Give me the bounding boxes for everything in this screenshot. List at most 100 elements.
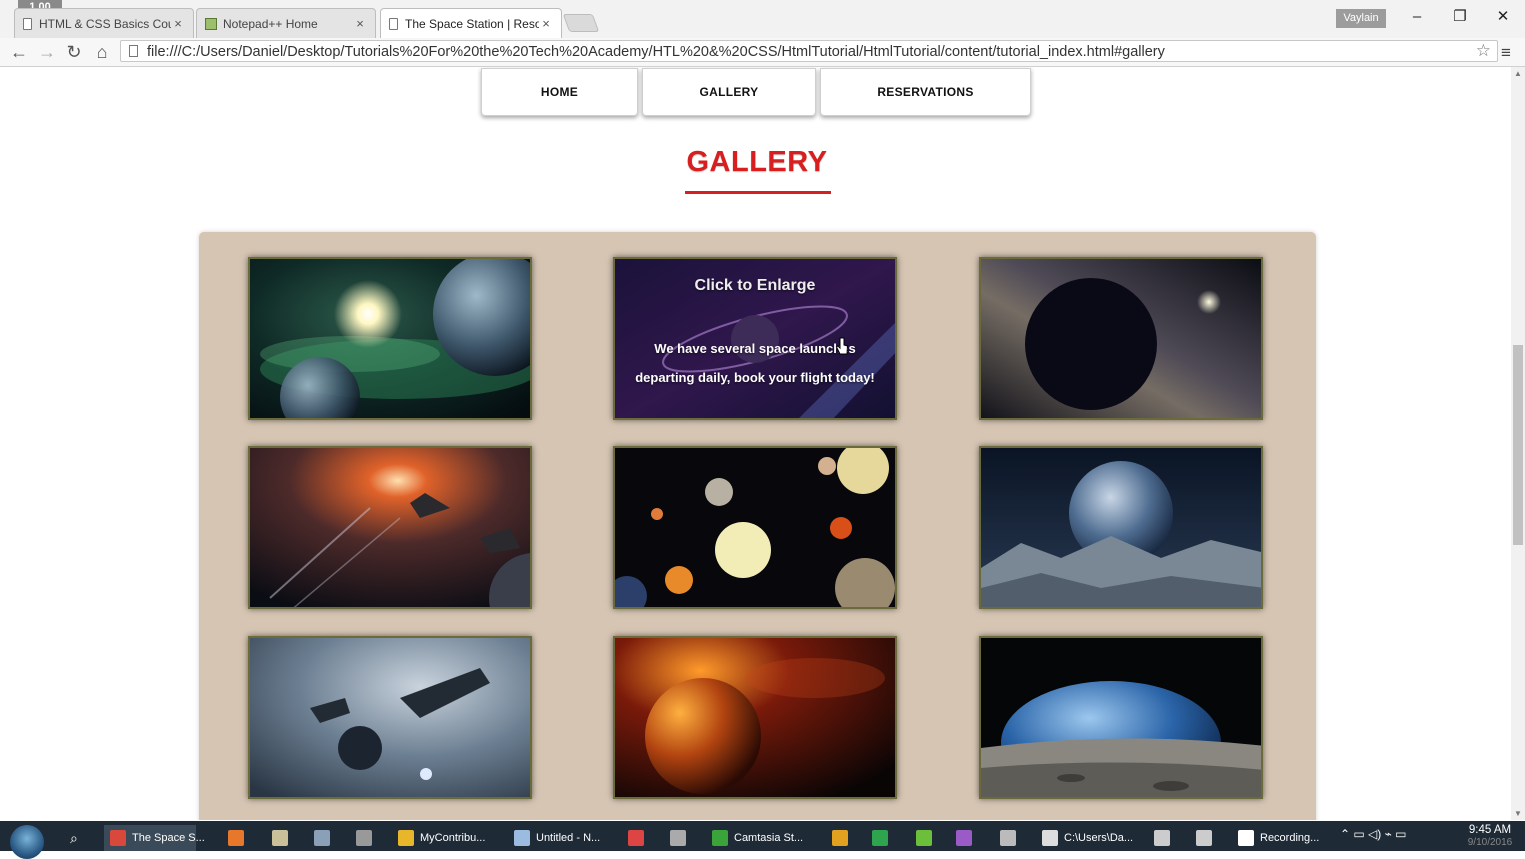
gallery-image-dark-planet[interactable] — [979, 257, 1263, 420]
taskbar-app-button[interactable]: The Space S... — [104, 825, 205, 851]
taskbar-app-button[interactable]: Untitled - N... — [508, 825, 614, 851]
app-icon — [314, 830, 330, 846]
search-icon[interactable]: ⌕ — [70, 825, 78, 851]
gallery-image-spaceships-clouds[interactable] — [248, 636, 532, 799]
gallery-image-space-battle[interactable] — [248, 446, 532, 609]
app-icon — [272, 830, 288, 846]
scrollbar-thumb[interactable] — [1513, 345, 1523, 545]
restore-button[interactable]: ❐ — [1440, 6, 1480, 28]
taskbar-app-button[interactable] — [622, 825, 652, 851]
taskbar-app-label: Untitled - N... — [536, 832, 601, 844]
nav-gallery-button[interactable]: GALLERY — [642, 68, 816, 116]
hand-cursor-icon — [835, 337, 849, 355]
app-icon — [1042, 830, 1058, 846]
close-window-button[interactable]: ✕ — [1483, 6, 1523, 28]
document-icon — [389, 17, 398, 30]
taskbar-app-button[interactable]: MyContribu... — [392, 825, 496, 851]
app-icon — [628, 830, 644, 846]
app-icon — [1196, 830, 1212, 846]
app-icon — [514, 830, 530, 846]
taskbar-app-button[interactable]: Camtasia St... — [706, 825, 814, 851]
bookmark-star-icon[interactable]: ☆ — [1476, 41, 1491, 61]
taskbar-app-button[interactable] — [994, 825, 1024, 851]
app-icon — [832, 830, 848, 846]
app-icon — [228, 830, 244, 846]
scroll-down-arrow-icon[interactable]: ▼ — [1514, 809, 1522, 818]
tab-close-icon[interactable]: × — [353, 16, 367, 31]
tab-html-css-basics[interactable]: HTML & CSS Basics Cours × — [14, 8, 194, 38]
tab-title: Notepad++ Home — [223, 16, 318, 31]
taskbar-app-button[interactable] — [826, 825, 856, 851]
gallery-image-green-nebula[interactable] — [248, 257, 532, 420]
reload-icon[interactable]: ↻ — [63, 41, 85, 63]
app-icon — [1000, 830, 1016, 846]
windows-taskbar: ⌕ The Space S... MyContribu... Untitled - … — [0, 821, 1525, 859]
taskbar-clock[interactable]: 9:45 AM 9/10/2016 — [1460, 824, 1520, 848]
app-icon — [956, 830, 972, 846]
taskbar-app-label: Camtasia St... — [734, 832, 804, 844]
minimize-button[interactable]: – — [1397, 6, 1437, 28]
app-icon — [110, 830, 126, 846]
document-icon — [23, 17, 32, 30]
taskbar-app-label: MyContribu... — [420, 832, 486, 844]
address-bar[interactable]: ☆ — [120, 40, 1498, 62]
nav-home-button[interactable]: HOME — [481, 68, 638, 116]
app-icon — [356, 830, 372, 846]
taskbar-app-button[interactable] — [350, 825, 380, 851]
app-icon — [1154, 830, 1170, 846]
app-icon — [872, 830, 888, 846]
page-scrollbar[interactable]: ▲ ▼ — [1511, 67, 1525, 820]
taskbar-app-button[interactable] — [1190, 825, 1220, 851]
overlay-enlarge-title: Click to Enlarge — [694, 277, 816, 294]
app-icon — [916, 830, 932, 846]
taskbar-app-button[interactable] — [910, 825, 940, 851]
gallery-heading: GALLERY — [686, 146, 828, 178]
taskbar-app-label: Recording... — [1260, 832, 1320, 844]
gallery-image-solar-system[interactable] — [613, 446, 897, 609]
start-button[interactable] — [10, 825, 44, 859]
gallery-image-burning-planet[interactable] — [613, 636, 897, 799]
forward-arrow-icon[interactable]: → — [36, 41, 58, 63]
taskbar-app-button[interactable] — [308, 825, 338, 851]
system-tray: ⌃ ▭ ◁) ⌁ ▭ — [1340, 827, 1407, 841]
tab-title: The Space Station | Resort — [405, 16, 539, 31]
tab-notepad-plus-plus[interactable]: Notepad++ Home × — [196, 8, 376, 38]
browser-tab-strip: 1.00 HTML & CSS Basics Cours × Notepad++… — [0, 0, 1525, 38]
browser-toolbar: ← → ↻ ⌂ ☆ ≡ — [0, 38, 1525, 67]
home-icon[interactable]: ⌂ — [91, 41, 113, 63]
gallery-image-purple-ringed-planet[interactable]: Click to Enlarge We have several space l… — [613, 257, 897, 420]
app-icon — [398, 830, 414, 846]
overlay-caption-line2: departing daily, book your flight today! — [635, 370, 875, 385]
browser-menu-icon[interactable]: ≡ — [1501, 43, 1511, 63]
taskbar-app-button[interactable] — [950, 825, 980, 851]
taskbar-app-button[interactable]: C:\Users\Da... — [1036, 825, 1136, 851]
tab-close-icon[interactable]: × — [539, 16, 553, 31]
page-viewport: HOME GALLERY RESERVATIONS GALLERY Click … — [5, 67, 1509, 820]
profile-button[interactable]: Vaylain — [1336, 9, 1386, 28]
taskbar-app-button[interactable]: Recording... — [1232, 825, 1324, 851]
scroll-up-arrow-icon[interactable]: ▲ — [1514, 69, 1522, 78]
notepad-icon — [205, 17, 217, 30]
taskbar-app-button[interactable] — [222, 825, 252, 851]
gallery-image-earth-over-moon[interactable] — [979, 636, 1263, 799]
taskbar-app-button[interactable] — [866, 825, 896, 851]
app-icon — [670, 830, 686, 846]
tab-close-icon[interactable]: × — [171, 16, 185, 31]
taskbar-app-button[interactable] — [664, 825, 694, 851]
nav-reservations-button[interactable]: RESERVATIONS — [820, 68, 1031, 116]
clock-time: 9:45 AM — [1468, 824, 1512, 836]
taskbar-app-button[interactable] — [1148, 825, 1178, 851]
gallery-panel: Click to Enlarge We have several space l… — [199, 232, 1316, 820]
gallery-image-blue-planet[interactable] — [979, 446, 1263, 609]
app-icon — [1238, 830, 1254, 846]
heading-underline — [685, 191, 831, 194]
taskbar-app-label: The Space S... — [132, 832, 205, 844]
url-input[interactable] — [145, 42, 1469, 62]
page-icon — [129, 45, 138, 57]
app-icon — [712, 830, 728, 846]
new-tab-button[interactable] — [562, 14, 600, 32]
back-arrow-icon[interactable]: ← — [8, 41, 30, 63]
tab-title: HTML & CSS Basics Cours — [39, 16, 171, 31]
taskbar-app-button[interactable] — [266, 825, 296, 851]
tab-space-station[interactable]: The Space Station | Resort × — [380, 8, 562, 38]
